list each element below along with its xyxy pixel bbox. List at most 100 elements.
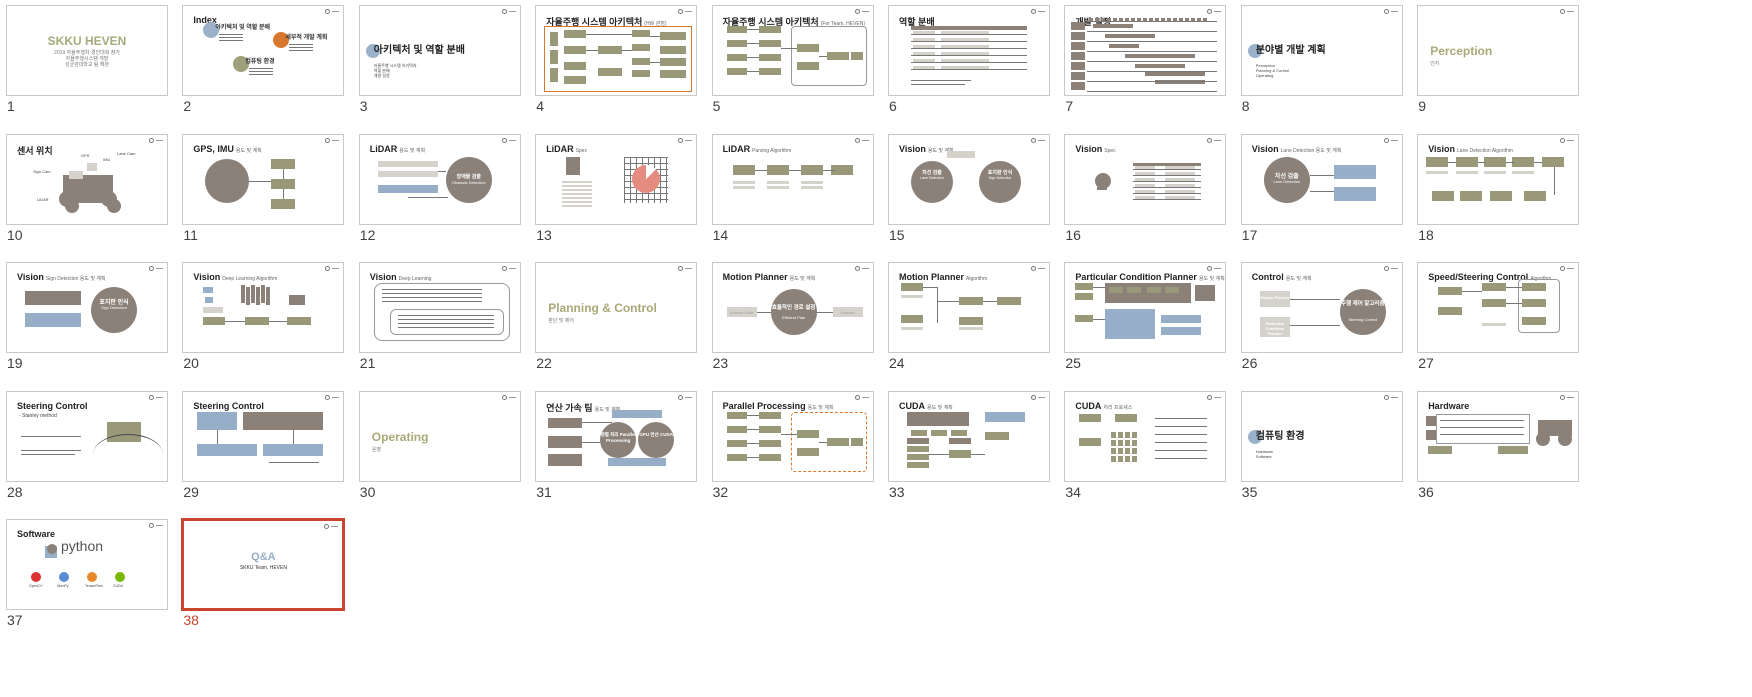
slide-thumbnail-27[interactable]: Speed/Steering Control Algorithm 27 [1411, 257, 1595, 397]
slide-preview[interactable]: Vision 용도 및 계획 차선 검출 Lane Detection 표지판 인식 Si… [888, 133, 1050, 225]
slide-title-text: Vision [899, 143, 926, 154]
slide-thumbnail-5[interactable]: 자율주행 시스템 아키텍처 (For Team, HEVEN) 5 [706, 0, 890, 140]
slide-thumbnail-10[interactable]: 센서 위치 Lane Cam Sign Cam LiDAR GPS IMU 10 [0, 129, 184, 269]
slide-preview[interactable]: LiDAR Parsing Algorithm [711, 133, 874, 225]
slide-thumbnail-25[interactable]: Particular Condition Planner 용도 및 계획 25 [1058, 257, 1242, 397]
slide-title-text: Vision [369, 272, 397, 282]
slide-thumbnail-23[interactable]: Motion Planner 용도 및 계획 Sensor Data Control 효… [706, 257, 890, 397]
slide-thumbnail-35[interactable]: 컴퓨팅 환경 Hardware Software 35 [1235, 386, 1419, 526]
slide-preview[interactable]: SKKU HEVEN 2019 자율주행차 경진대회 참가 자율주행시스템 개발 성균… [6, 5, 168, 96]
slide-thumbnail-16[interactable]: Vision Spec 16 [1058, 129, 1242, 269]
diagram-box [1097, 186, 1108, 190]
diagram-box [1071, 22, 1086, 30]
slide-thumbnail-11[interactable]: GPS, IMU 용도 및 계획 11 [176, 129, 360, 269]
connector-line [1087, 51, 1218, 52]
diagram-box [1118, 439, 1124, 446]
slide-preview[interactable]: 센서 위치 Lane Cam Sign Cam LiDAR GPS IMU [6, 133, 168, 225]
slide-preview[interactable]: 아키텍처 및 역할 분배 자율주행 시스템 아키텍처 역할 분배 개발 일정 [358, 5, 521, 96]
slide-preview[interactable]: 역할 분배 [888, 5, 1050, 96]
slide-thumbnail-26[interactable]: Control 용도 및 계획 Motion Planner Particular C… [1235, 257, 1419, 397]
slide-preview[interactable]: Perception 인지 [1417, 5, 1580, 96]
slide-thumbnail-9[interactable]: Perception 인지 9 [1411, 0, 1595, 140]
slide-preview[interactable]: Motion Planner Algorithm [888, 262, 1050, 353]
slide-thumbnail-17[interactable]: Vision Lane Detection 용도 및 계획 차선 검출 Lane De… [1235, 129, 1419, 269]
slide-preview[interactable]: Software python OpenCV NumPy TensorFlow CUDA [6, 519, 168, 610]
slide-thumbnail-12[interactable]: LiDAR 용도 및 계획 장애물 검출 Obstacle Detection 12 [353, 129, 537, 269]
connector-line [219, 40, 244, 41]
connector-line [381, 301, 482, 302]
slide-thumbnail-30[interactable]: Operating 운영 30 [353, 386, 537, 526]
slide-thumbnail-19[interactable]: Vision Sign Detection 용도 및 계획 표지판 인식 Sign D… [0, 257, 184, 397]
diagram-box [1079, 437, 1102, 446]
diagram-box [1482, 283, 1507, 291]
slide-thumbnail-1[interactable]: SKKU HEVEN 2019 자율주행차 경진대회 참가 자율주행시스템 개발 성균… [0, 0, 184, 140]
slide-preview[interactable]: 자율주행 시스템 아키텍처 (For Team, HEVEN) [711, 5, 874, 96]
slide-preview[interactable]: 자율주행 시스템 아키텍처 (HW 관점) [535, 5, 698, 96]
slide-preview[interactable]: 연산 가속 팀 용도 및 계획 병렬 처리 Parallel Processing G… [535, 390, 698, 482]
slide-thumbnail-31[interactable]: 연산 가속 팀 용도 및 계획 병렬 처리 Parallel Processing G… [529, 386, 713, 526]
slide-preview[interactable]: Speed/Steering Control Algorithm [1417, 262, 1580, 353]
slide-thumbnail-36[interactable]: Hardware 36 [1411, 386, 1595, 526]
slide-preview[interactable]: LiDAR 용도 및 계획 장애물 검출 Obstacle Detection [358, 133, 521, 225]
slide-thumbnail-8[interactable]: 분야별 개발 계획 Perception Planning & Control Ope… [1235, 0, 1419, 140]
slide-thumbnail-13[interactable]: LiDAR Spec 13 [529, 129, 713, 269]
diagram-circle [979, 160, 1021, 203]
slide-preview[interactable]: Vision Deep Learning [358, 262, 521, 353]
diagram-box [1071, 42, 1086, 50]
slide-preview[interactable]: GPS, IMU 용도 및 계획 [182, 133, 345, 225]
slide-preview[interactable]: Steering Control [182, 390, 345, 482]
slide-preview[interactable]: Q&A SKKU Team, HEVEN [181, 518, 346, 611]
slide-preview[interactable]: Index 아키텍처 및 역할 분배 세부적 개발 계획 컴퓨팅 환경 [182, 5, 345, 96]
diagram-box [1161, 315, 1202, 323]
diagram-box [1111, 431, 1117, 438]
connector-line [650, 36, 661, 37]
slide-thumbnail-24[interactable]: Motion Planner Algorithm 24 [882, 257, 1066, 397]
slide-preview[interactable]: Vision Lane Detection Algorithm [1417, 133, 1580, 225]
slide-thumbnail-32[interactable]: Parallel Processing 용도 및 계획 32 [706, 386, 890, 526]
slide-preview[interactable]: Particular Condition Planner 용도 및 계획 [1064, 262, 1227, 353]
slide-thumbnail-2[interactable]: Index 아키텍처 및 역할 분배 세부적 개발 계획 컴퓨팅 환경 2 [176, 0, 360, 140]
slide-thumbnail-38[interactable]: Q&A SKKU Team, HEVEN 38 [176, 514, 360, 654]
connector-line [1440, 426, 1525, 428]
slide-thumbnail-21[interactable]: Vision Deep Learning 21 [353, 257, 537, 397]
slide-thumbnail-28[interactable]: Steering Control - Stanley method 28 [0, 386, 184, 526]
slide-preview[interactable]: Control 용도 및 계획 Motion Planner Particular C… [1240, 262, 1403, 353]
slide-thumbnail-7[interactable]: 개발 일정 7 [1058, 0, 1242, 140]
slide-preview[interactable]: Vision Sign Detection 용도 및 계획 표지판 인식 Sign D… [6, 262, 168, 353]
slide-thumbnail-20[interactable]: Vision Deep Learning Algorithm 20 [176, 257, 360, 397]
slide-preview[interactable]: Parallel Processing 용도 및 계획 [711, 390, 874, 482]
slide-thumbnail-37[interactable]: Software python OpenCV NumPy TensorFlow CUDA 3… [0, 514, 184, 654]
slide-thumbnail-33[interactable]: CUDA 용도 및 계획 33 [882, 386, 1066, 526]
diagram-box [800, 185, 823, 189]
slide-preview[interactable]: 컴퓨팅 환경 Hardware Software [1240, 390, 1403, 482]
slide-thumbnail-15[interactable]: Vision 용도 및 계획 차선 검출 Lane Detection 표지판 인식 Si… [882, 129, 1066, 269]
slide-thumbnail-6[interactable]: 역할 분배 6 [882, 0, 1066, 140]
slide-preview[interactable]: Hardware [1417, 390, 1580, 482]
slide-preview[interactable]: Motion Planner 용도 및 계획 Sensor Data Control 효… [711, 262, 874, 353]
diagram-box [205, 297, 214, 303]
connector-line [397, 327, 494, 328]
slide-preview[interactable]: Planning & Control 판단 및 제어 [535, 262, 698, 353]
slide-thumbnail-22[interactable]: Planning & Control 판단 및 제어 22 [529, 257, 713, 397]
slide-title: Steering Control [193, 401, 264, 411]
diagram-box [941, 38, 989, 41]
slide-thumbnail-3[interactable]: 아키텍처 및 역할 분배 자율주행 시스템 아키텍처 역할 분배 개발 일정 3 [353, 0, 537, 140]
slide-thumbnail-4[interactable]: 자율주행 시스템 아키텍처 (HW 관점) 4 [529, 0, 713, 140]
slide-preview[interactable]: 분야별 개발 계획 Perception Planning & Control Ope… [1240, 5, 1403, 96]
slide-preview[interactable]: Vision Deep Learning Algorithm [182, 262, 345, 353]
slide-preview[interactable]: Steering Control - Stanley method [6, 390, 168, 482]
slide-preview[interactable]: Vision Lane Detection 용도 및 계획 차선 검출 Lane De… [1240, 133, 1403, 225]
slide-thumbnail-34[interactable]: CUDA 처리 프로세스 34 [1058, 386, 1242, 526]
slide-preview[interactable]: Operating 운영 [358, 390, 521, 482]
slide-title: LiDAR 용도 및 계획 [370, 144, 425, 154]
slide-preview[interactable]: CUDA 용도 및 계획 [888, 390, 1050, 482]
diagram-box [1426, 170, 1449, 174]
slide-preview[interactable]: LiDAR Spec [535, 133, 698, 225]
slide-thumbnail-29[interactable]: Steering Control 29 [176, 386, 360, 526]
slide-preview[interactable]: 개발 일정 [1064, 5, 1227, 96]
slide-preview[interactable]: CUDA 처리 프로세스 [1064, 390, 1227, 482]
diagram-box [985, 411, 1025, 422]
slide-thumbnail-18[interactable]: Vision Lane Detection Algorithm 18 [1411, 129, 1595, 269]
slide-preview[interactable]: Vision Spec [1064, 133, 1227, 225]
slide-thumbnail-14[interactable]: LiDAR Parsing Algorithm 14 [706, 129, 890, 269]
